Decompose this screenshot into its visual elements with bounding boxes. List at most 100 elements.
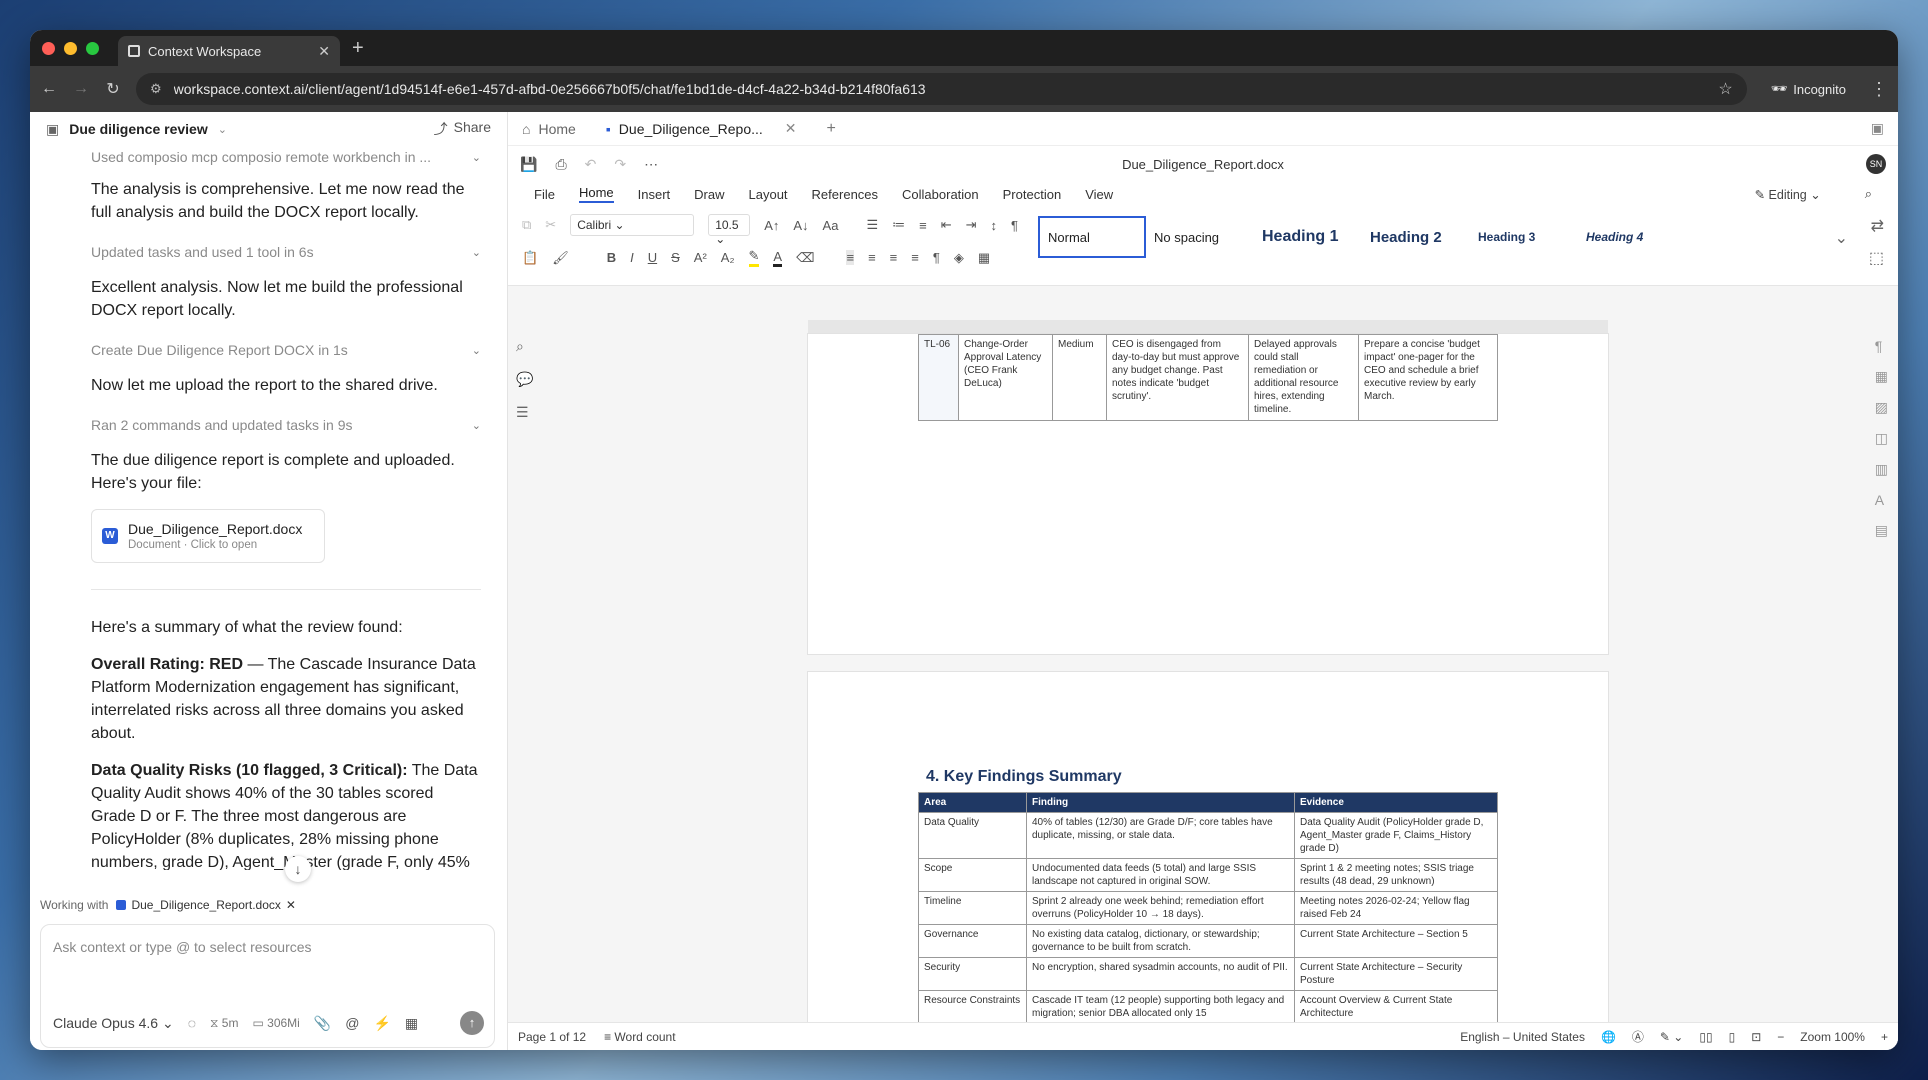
horizontal-ruler[interactable]: [808, 320, 1608, 334]
tool-step[interactable]: Updated tasks and used 1 tool in 6s ⌄: [91, 238, 481, 266]
numbered-list-icon[interactable]: ≔: [892, 217, 905, 233]
highlight-icon[interactable]: ✎: [748, 248, 760, 267]
browser-tab-context-workspace[interactable]: Context Workspace ✕: [118, 36, 340, 66]
subscript-icon[interactable]: A₂: [721, 250, 735, 265]
spellcheck-icon[interactable]: Ⓐ: [1632, 1028, 1644, 1045]
track-changes-icon[interactable]: ✎ ⌄: [1660, 1030, 1683, 1044]
forward-icon[interactable]: →: [72, 80, 90, 98]
styles-expand-icon[interactable]: ⌄: [1835, 228, 1848, 248]
copy-icon[interactable]: ⧉: [522, 217, 531, 233]
zoom-in-icon[interactable]: +: [1881, 1030, 1888, 1044]
style-normal[interactable]: Normal: [1038, 216, 1146, 258]
tool-step[interactable]: Create Due Diligence Report DOCX in 1s ⌄: [91, 336, 481, 364]
menu-protection[interactable]: Protection: [1003, 187, 1062, 202]
minimize-window-button[interactable]: [64, 41, 77, 55]
page-indicator[interactable]: Page 1 of 12: [518, 1030, 586, 1044]
lightning-icon[interactable]: ⚡: [373, 1015, 390, 1032]
menu-home[interactable]: Home: [578, 185, 614, 203]
site-settings-icon[interactable]: ⚙: [150, 81, 162, 97]
style-heading-4[interactable]: Heading 4: [1578, 216, 1686, 258]
font-color-icon[interactable]: A: [773, 249, 783, 267]
menu-collaboration[interactable]: Collaboration: [902, 187, 979, 202]
paragraph-marks-icon[interactable]: ¶: [933, 250, 940, 265]
bold-icon[interactable]: B: [607, 250, 616, 265]
font-family-select[interactable]: Calibri ⌄: [570, 214, 695, 236]
chevron-down-icon[interactable]: ⌄: [472, 151, 481, 164]
style-no-spacing[interactable]: No spacing: [1146, 216, 1254, 258]
print-icon[interactable]: ⎙: [555, 156, 566, 173]
align-right-icon[interactable]: ≡: [890, 250, 898, 265]
change-case-icon[interactable]: Aa: [823, 218, 839, 233]
editing-mode-dropdown[interactable]: ✎ Editing ⌄: [1755, 187, 1821, 202]
menu-file[interactable]: File: [534, 187, 555, 202]
chevron-down-icon[interactable]: ⌄: [218, 123, 227, 136]
file-card[interactable]: W Due_Diligence_Report.docx Document · C…: [91, 509, 325, 563]
menu-view[interactable]: View: [1085, 187, 1113, 202]
incognito-indicator[interactable]: 🕶 Incognito: [1761, 81, 1856, 97]
select-icon[interactable]: ⬚: [1869, 248, 1884, 268]
style-heading-3[interactable]: Heading 3: [1470, 216, 1578, 258]
print-layout-icon[interactable]: ▯: [1729, 1030, 1736, 1044]
model-selector[interactable]: Claude Opus 4.6 ⌄: [53, 1015, 174, 1032]
share-button[interactable]: ⤴ Share: [434, 119, 491, 139]
format-painter-icon[interactable]: 🖌: [552, 250, 569, 266]
increase-font-icon[interactable]: A↑: [764, 218, 779, 233]
line-spacing-icon[interactable]: ↕: [991, 218, 998, 233]
remove-chip-icon[interactable]: ✕: [286, 898, 296, 912]
shape-settings-icon[interactable]: ◫: [1875, 430, 1888, 447]
paragraph-settings-icon[interactable]: ¶: [1875, 338, 1888, 354]
style-heading-1[interactable]: Heading 1: [1254, 216, 1362, 258]
increase-indent-icon[interactable]: ⇥: [966, 217, 977, 233]
tool-step[interactable]: Used composio mcp composio remote workbe…: [91, 146, 481, 168]
undo-icon[interactable]: ↶: [585, 156, 597, 173]
strikethrough-icon[interactable]: S: [671, 250, 680, 265]
zoom-level[interactable]: Zoom 100%: [1800, 1030, 1865, 1044]
signature-icon[interactable]: ▤: [1875, 522, 1888, 539]
menu-insert[interactable]: Insert: [638, 187, 671, 202]
replace-icon[interactable]: ⇄: [1871, 216, 1884, 236]
superscript-icon[interactable]: A²: [694, 250, 707, 265]
chat-input-box[interactable]: Ask context or type @ to select resource…: [40, 924, 495, 1048]
document-canvas[interactable]: ⌕ 💬 ☰ TL-06 Change-Order Approval Latenc…: [508, 320, 1898, 1022]
send-button[interactable]: ↑: [460, 1011, 484, 1035]
scroll-to-bottom-button[interactable]: ↓: [285, 856, 311, 882]
address-bar[interactable]: ⚙ workspace.context.ai/client/agent/1d94…: [136, 73, 1747, 105]
clear-format-icon[interactable]: ⌫: [796, 250, 814, 266]
globe-icon[interactable]: 🌐: [1601, 1030, 1616, 1044]
chat-messages[interactable]: Used composio mcp composio remote workbe…: [30, 146, 507, 870]
navigation-icon[interactable]: ☰: [516, 404, 533, 421]
word-count-button[interactable]: ≡ Word count: [604, 1030, 676, 1044]
close-tab-icon[interactable]: ✕: [785, 120, 797, 137]
text-art-icon[interactable]: A: [1875, 492, 1888, 508]
shading-icon[interactable]: ◈: [954, 250, 964, 266]
style-heading-2[interactable]: Heading 2: [1362, 216, 1470, 258]
new-tab-icon[interactable]: +: [352, 37, 364, 60]
close-window-button[interactable]: [42, 41, 55, 55]
document-page[interactable]: TL-06 Change-Order Approval Latency (CEO…: [808, 334, 1608, 654]
align-left-icon[interactable]: ≡: [846, 250, 855, 265]
chevron-down-icon[interactable]: ⌄: [472, 419, 481, 432]
close-tab-icon[interactable]: ✕: [318, 43, 330, 60]
redo-icon[interactable]: ↷: [614, 156, 626, 173]
underline-icon[interactable]: U: [648, 250, 657, 265]
font-size-select[interactable]: 10.5 ⌄: [708, 214, 751, 246]
decrease-indent-icon[interactable]: ⇤: [941, 217, 952, 233]
save-icon[interactable]: 💾: [520, 156, 537, 173]
image-settings-icon[interactable]: ▨: [1875, 399, 1888, 416]
cut-icon[interactable]: ✂: [545, 217, 556, 233]
tab-due-diligence-report[interactable]: ▪ Due_Diligence_Repo... ✕: [606, 120, 797, 137]
reading-mode-icon[interactable]: ▯▯: [1699, 1030, 1712, 1044]
more-icon[interactable]: ⋯: [644, 156, 658, 173]
bullet-list-icon[interactable]: ☰: [866, 217, 878, 233]
web-layout-icon[interactable]: ⊡: [1751, 1030, 1761, 1044]
multilevel-list-icon[interactable]: ≡: [919, 218, 927, 233]
avatar[interactable]: SN: [1866, 154, 1886, 174]
context-file-chip[interactable]: Due_Diligence_Report.docx ✕: [116, 898, 296, 912]
tab-home[interactable]: ⌂ Home: [522, 121, 576, 137]
sidebar-toggle-icon[interactable]: ▣: [46, 121, 59, 138]
search-icon[interactable]: ⌕: [516, 338, 533, 355]
reload-icon[interactable]: ↻: [104, 79, 122, 99]
menu-references[interactable]: References: [812, 187, 878, 202]
table-settings-icon[interactable]: ▦: [1875, 368, 1888, 385]
menu-draw[interactable]: Draw: [694, 187, 724, 202]
